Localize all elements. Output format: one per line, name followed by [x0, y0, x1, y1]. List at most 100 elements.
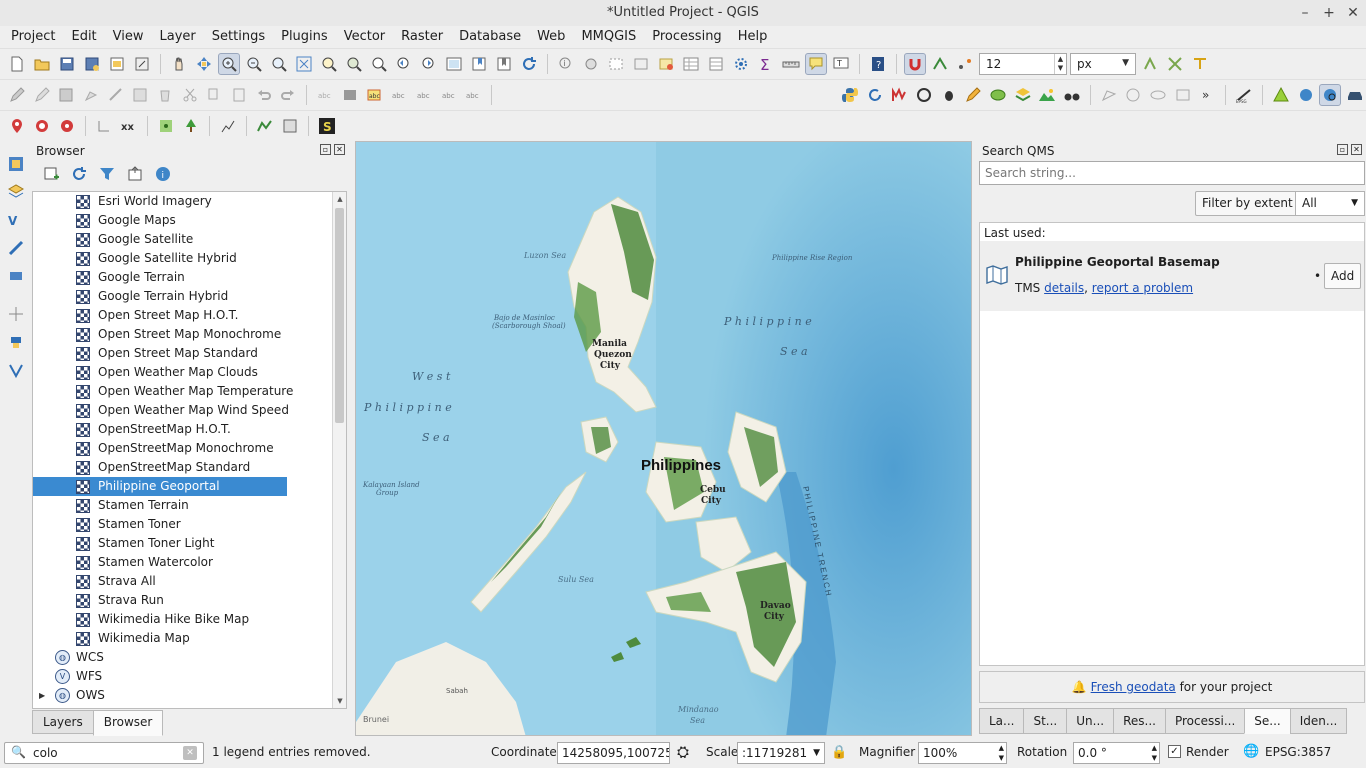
- menu-view[interactable]: View: [105, 26, 152, 48]
- provider-ows[interactable]: ▶ ◍ OWS: [33, 686, 346, 705]
- select-by-expression-icon[interactable]: [655, 53, 677, 75]
- scale-field[interactable]: :11719281 ▼: [737, 742, 825, 764]
- text-annotation-icon[interactable]: T: [830, 53, 852, 75]
- crs-label[interactable]: EPSG:3857: [1265, 745, 1331, 759]
- add-wms-layer-icon[interactable]: [5, 237, 27, 259]
- list-item[interactable]: Stamen Toner Light: [33, 534, 346, 553]
- add-delimited-layer-icon[interactable]: [5, 303, 27, 325]
- pencil-icon[interactable]: [962, 84, 984, 106]
- menu-edit[interactable]: Edit: [63, 26, 104, 48]
- s-plugin-icon[interactable]: S: [316, 115, 338, 137]
- list-item[interactable]: Google Satellite: [33, 230, 346, 249]
- point-sampling-icon[interactable]: [155, 115, 177, 137]
- add-selected-layers-icon[interactable]: [40, 163, 62, 185]
- menu-mmqgis[interactable]: MMQGIS: [573, 26, 644, 48]
- profile-graph-icon[interactable]: [217, 115, 239, 137]
- tab-browser[interactable]: Browser: [92, 710, 164, 736]
- tab-layer-styling[interactable]: La...: [979, 708, 1025, 734]
- collapse-all-icon[interactable]: [124, 163, 146, 185]
- list-item[interactable]: Strava All: [33, 572, 346, 591]
- action-icon[interactable]: [580, 53, 602, 75]
- menu-raster[interactable]: Raster: [393, 26, 451, 48]
- browser-scrollbar[interactable]: ▲ ▼: [332, 192, 346, 708]
- data-source-manager-icon[interactable]: [5, 153, 27, 175]
- update-icon[interactable]: [864, 84, 886, 106]
- list-item[interactable]: Open Weather Map Wind Speed: [33, 401, 346, 420]
- snap-intersection-icon[interactable]: [1164, 53, 1186, 75]
- minimize-icon[interactable]: –: [1298, 0, 1312, 26]
- spin-arrows-icon[interactable]: ▲ ▼: [1054, 53, 1066, 74]
- save-as-icon[interactable]: [81, 53, 103, 75]
- scroll-up-icon[interactable]: ▲: [333, 192, 346, 206]
- spin-arrows-icon[interactable]: ▲ ▼: [999, 743, 1004, 763]
- snapping-type-icon[interactable]: [954, 53, 976, 75]
- render-checkbox[interactable]: ✓: [1168, 745, 1181, 758]
- digitize-shape-icon[interactable]: [1098, 84, 1120, 106]
- terrain-icon[interactable]: [1037, 84, 1059, 106]
- circle-tool-icon[interactable]: [1123, 84, 1145, 106]
- close-icon[interactable]: ✕: [1346, 0, 1360, 26]
- tree-icon[interactable]: [180, 115, 202, 137]
- rotation-spinbox[interactable]: 0.0 ° ▲ ▼: [1073, 742, 1160, 764]
- pan-icon[interactable]: [168, 53, 190, 75]
- measure-icon[interactable]: [780, 53, 802, 75]
- float-panel-icon[interactable]: ▫: [320, 144, 331, 155]
- more-tools-icon[interactable]: »: [1197, 84, 1219, 106]
- scroll-down-icon[interactable]: ▼: [333, 694, 346, 708]
- list-item[interactable]: Esri World Imagery: [33, 192, 346, 211]
- table-import-icon[interactable]: [279, 115, 301, 137]
- close-panel-icon[interactable]: ✕: [334, 144, 345, 155]
- mouse-display-icon[interactable]: ⛭: [677, 743, 689, 761]
- list-item[interactable]: OpenStreetMap Monochrome: [33, 439, 346, 458]
- bookmark-icon[interactable]: [468, 53, 490, 75]
- warning-triangle-icon[interactable]: [1270, 84, 1292, 106]
- zoom-last-icon[interactable]: [393, 53, 415, 75]
- list-item[interactable]: Open Street Map H.O.T.: [33, 306, 346, 325]
- move-label-icon[interactable]: abc: [413, 84, 435, 106]
- new-print-layout-icon[interactable]: [106, 53, 128, 75]
- list-item[interactable]: Open Street Map Monochrome: [33, 325, 346, 344]
- vertex-tool-icon[interactable]: [105, 84, 127, 106]
- list-item[interactable]: Open Weather Map Temperature: [33, 382, 346, 401]
- browser-tree[interactable]: Esri World Imagery Google Maps Google Sa…: [32, 191, 347, 709]
- tab-layers[interactable]: Layers: [32, 710, 94, 734]
- xy-tool-icon[interactable]: xx: [118, 115, 140, 137]
- add-spatialite-icon[interactable]: [5, 331, 27, 353]
- cut-features-icon[interactable]: [179, 84, 201, 106]
- select-feature-icon[interactable]: [605, 53, 627, 75]
- label-icon[interactable]: abc: [314, 84, 336, 106]
- menu-help[interactable]: Help: [730, 26, 776, 48]
- list-item[interactable]: Google Terrain Hybrid: [33, 287, 346, 306]
- snapping-magnet-icon[interactable]: [904, 52, 926, 75]
- undo-icon[interactable]: [253, 84, 275, 106]
- location-pin-icon[interactable]: [6, 115, 28, 137]
- change-label-icon[interactable]: abc: [462, 84, 484, 106]
- filter-by-extent-button[interactable]: Filter by extent: [1195, 191, 1300, 216]
- paste-features-icon[interactable]: [228, 84, 250, 106]
- list-item[interactable]: Google Satellite Hybrid: [33, 249, 346, 268]
- list-item[interactable]: OpenStreetMap H.O.T.: [33, 420, 346, 439]
- add-button[interactable]: Add: [1324, 263, 1362, 289]
- layers-stack-icon[interactable]: [987, 84, 1009, 106]
- report-problem-link[interactable]: report a problem: [1092, 281, 1193, 295]
- snap-unit-select[interactable]: px ▼: [1070, 52, 1136, 75]
- provider-wfs[interactable]: V WFS: [33, 667, 346, 686]
- tab-search-qms[interactable]: Se...: [1244, 708, 1291, 734]
- map-canvas[interactable]: Luzon Sea Philippine Rise Region Bajo de…: [355, 141, 972, 736]
- attribute-table-icon[interactable]: [680, 53, 702, 75]
- list-item[interactable]: Google Terrain: [33, 268, 346, 287]
- delete-selected-icon[interactable]: [154, 84, 176, 106]
- menu-layer[interactable]: Layer: [152, 26, 204, 48]
- rectangle-tool-icon[interactable]: [1172, 84, 1194, 106]
- save-project-icon[interactable]: [56, 53, 78, 75]
- location-clock-icon[interactable]: [31, 115, 53, 137]
- filter-browser-icon[interactable]: [96, 163, 118, 185]
- toggle-editing-icon[interactable]: [31, 84, 53, 106]
- zoom-rubberband-icon[interactable]: [268, 53, 290, 75]
- list-item[interactable]: Wikimedia Hike Bike Map: [33, 610, 346, 629]
- list-item[interactable]: Wikimedia Map: [33, 629, 346, 648]
- stack-icon[interactable]: [1012, 84, 1034, 106]
- python-console-icon[interactable]: [839, 84, 861, 106]
- current-edits-icon[interactable]: [6, 84, 28, 106]
- car-icon[interactable]: [1344, 84, 1366, 106]
